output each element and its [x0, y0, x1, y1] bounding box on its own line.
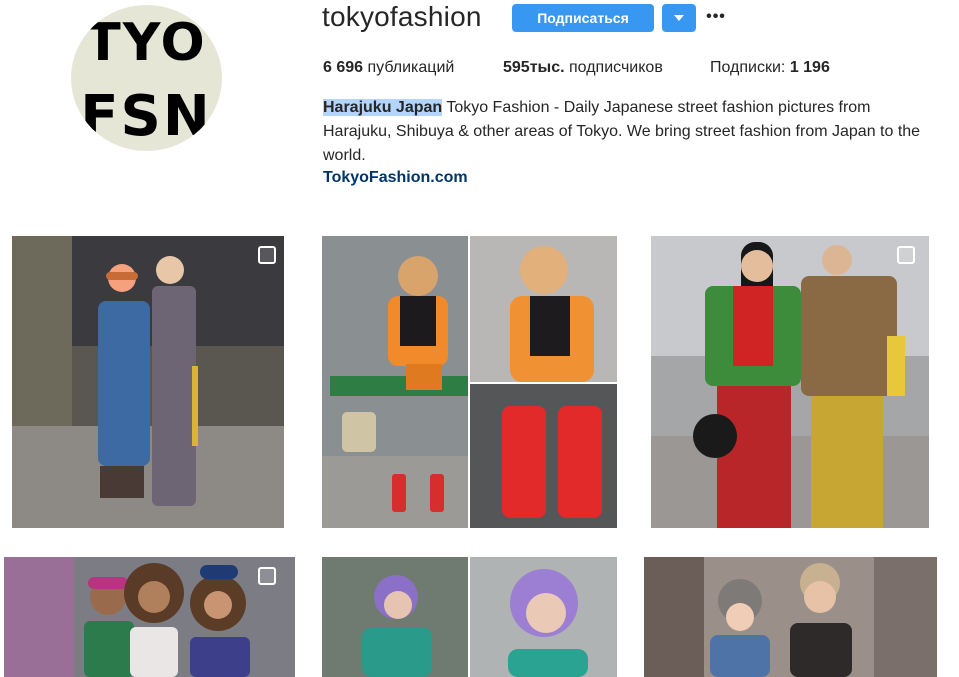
multiple-photos-icon	[897, 246, 915, 264]
following-count-label: Подписки:	[710, 59, 790, 76]
posts-count-value: 6 696	[323, 59, 364, 76]
posts-count-label: публикаций	[363, 59, 455, 76]
profile-avatar[interactable]: TYO FSN	[71, 5, 222, 151]
posts-count: 6 696 публикаций	[323, 59, 454, 77]
post-tile-5[interactable]	[322, 557, 617, 677]
post-image-1	[12, 236, 284, 528]
post-image-2	[322, 236, 617, 528]
post-image-3	[651, 236, 929, 528]
avatar-line1: TYO	[85, 13, 206, 73]
profile-bio: Harajuku Japan Tokyo Fashion - Daily Jap…	[323, 96, 943, 168]
following-count-value: 1 196	[789, 59, 830, 76]
post-tile-3[interactable]	[651, 236, 929, 528]
bio-full-name: Harajuku Japan	[323, 99, 443, 116]
avatar-line2: FSN	[80, 84, 211, 149]
following-count[interactable]: Подписки: 1 196	[710, 59, 830, 77]
followers-count[interactable]: 595тыс. подписчиков	[503, 59, 663, 77]
followers-count-value: 595тыс.	[503, 59, 565, 76]
post-image-5	[322, 557, 617, 677]
post-tile-4[interactable]	[4, 557, 295, 677]
caret-down-icon	[674, 15, 684, 21]
profile-username: tokyofashion	[322, 1, 482, 32]
post-image-6	[644, 557, 937, 677]
more-options-button[interactable]: •••	[706, 6, 726, 28]
suggestions-dropdown-button[interactable]	[662, 4, 696, 32]
post-tile-1[interactable]	[12, 236, 284, 528]
post-image-4	[4, 557, 295, 677]
post-tile-6[interactable]	[644, 557, 937, 677]
bio-website-link[interactable]: TokyoFashion.com	[323, 169, 468, 187]
followers-count-label: подписчиков	[564, 59, 663, 76]
multiple-photos-icon	[258, 567, 276, 585]
post-tile-2[interactable]	[322, 236, 617, 528]
multiple-photos-icon	[258, 246, 276, 264]
follow-button[interactable]: Подписаться	[512, 4, 654, 32]
